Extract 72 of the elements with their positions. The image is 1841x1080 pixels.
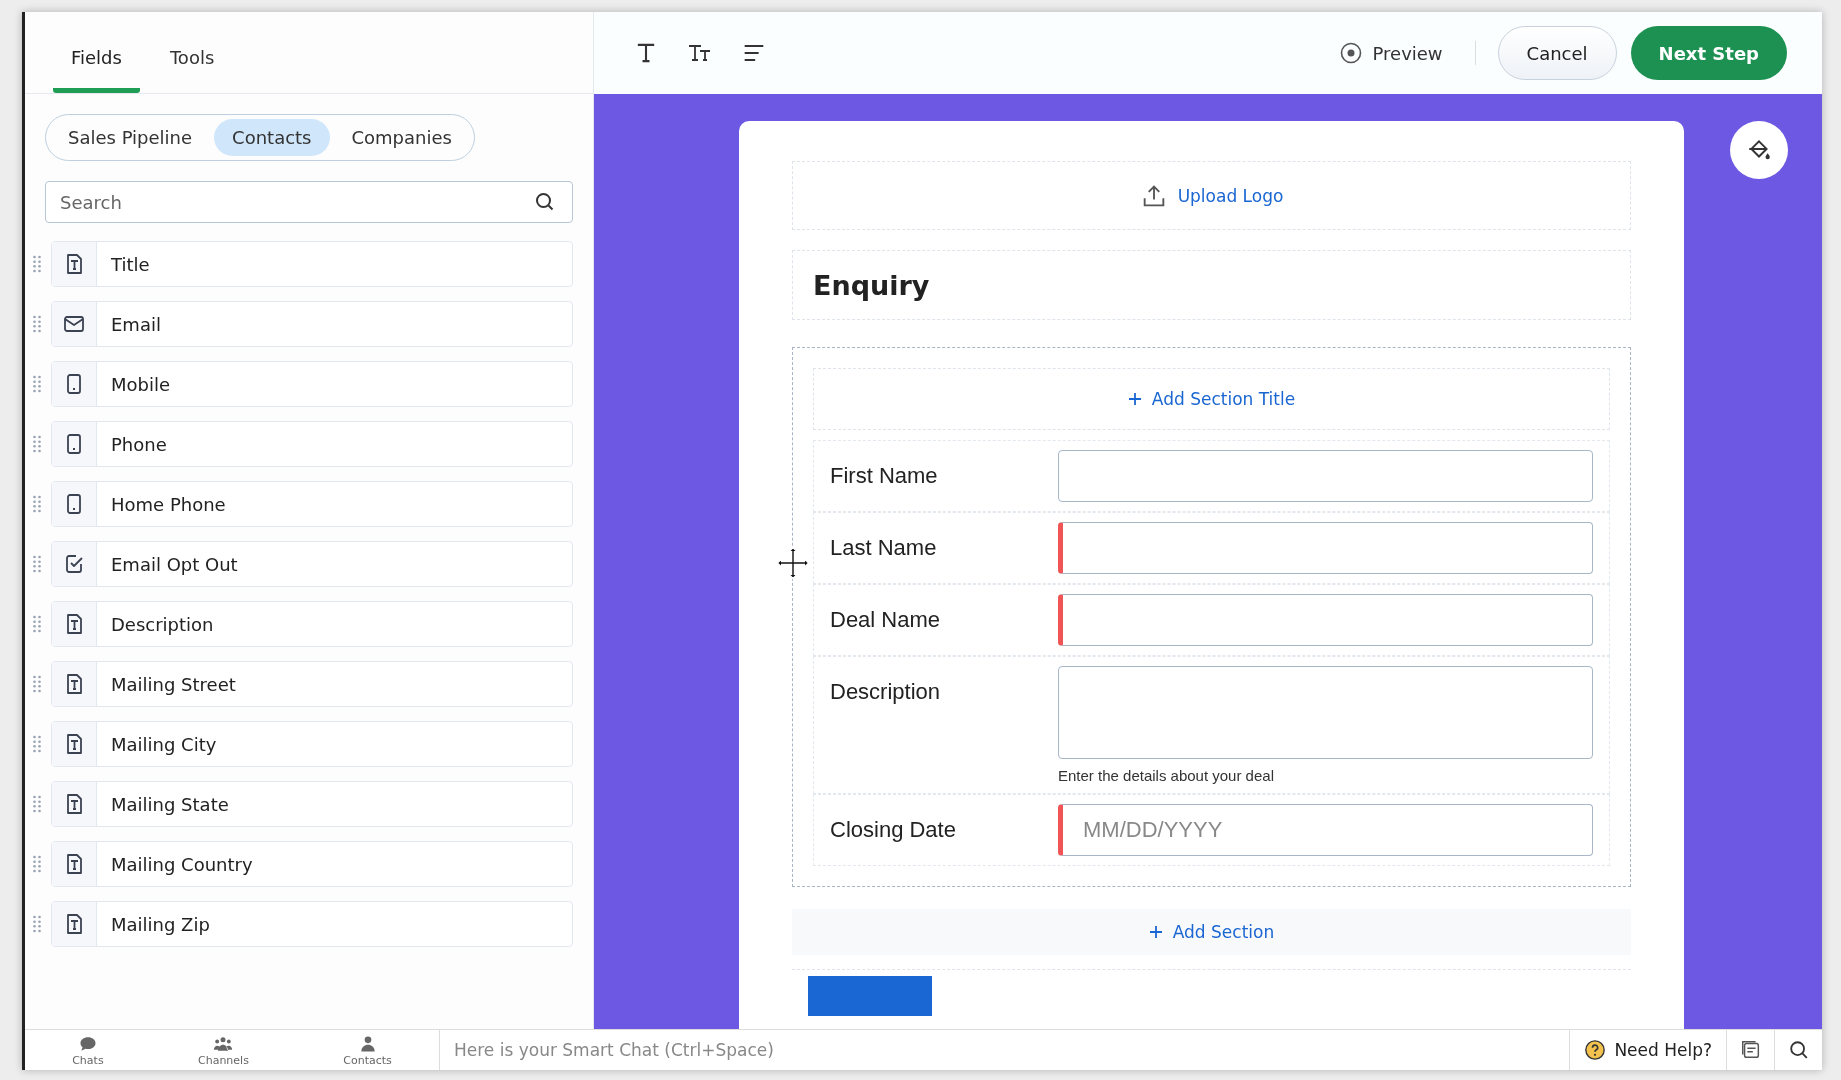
- drag-handle-icon[interactable]: [33, 855, 41, 873]
- drag-handle-icon[interactable]: [33, 675, 41, 693]
- panel-tab[interactable]: Fields: [53, 47, 140, 93]
- field-label: First Name: [830, 462, 939, 490]
- field-item[interactable]: Mobile: [51, 361, 573, 407]
- field-label: Mobile: [110, 373, 171, 395]
- field-item[interactable]: Mailing City: [51, 721, 573, 767]
- input-field[interactable]: [1058, 450, 1593, 502]
- field-label: Description: [110, 613, 214, 635]
- field-item[interactable]: Mailing Zip: [51, 901, 573, 947]
- bottom-app-button[interactable]: Channels: [190, 1030, 257, 1070]
- search-field[interactable]: Search: [45, 181, 573, 223]
- field-label: Mailing Zip: [110, 913, 210, 935]
- field-label: Deal Name: [830, 606, 942, 634]
- drag-handle-icon[interactable]: [33, 615, 41, 633]
- bottom-app-button[interactable]: Chats: [64, 1030, 112, 1070]
- date-field[interactable]: MM/DD/YYYY: [1058, 804, 1593, 856]
- drag-handle-icon[interactable]: [33, 435, 41, 453]
- field-item[interactable]: Phone: [51, 421, 573, 467]
- search-icon: [1787, 1039, 1810, 1061]
- field-label: Email Opt Out: [110, 553, 238, 575]
- drag-handle-icon[interactable]: [33, 375, 41, 393]
- field-label: Title: [110, 253, 150, 275]
- drag-handle-icon[interactable]: [33, 255, 41, 273]
- panel-tab[interactable]: Tools: [151, 47, 233, 93]
- field-item[interactable]: Title: [51, 241, 573, 287]
- drag-handle-icon[interactable]: [33, 315, 41, 333]
- input-field[interactable]: [1058, 594, 1593, 646]
- paint-bucket-button[interactable]: [1730, 121, 1788, 179]
- drag-handle-icon[interactable]: [33, 915, 41, 933]
- field-item[interactable]: Mailing Street: [51, 661, 573, 707]
- add-section-title-button[interactable]: Add Section Title: [813, 368, 1610, 430]
- field-label: Home Phone: [110, 493, 226, 515]
- notes-icon: [1739, 1039, 1762, 1061]
- text-area[interactable]: [1058, 666, 1593, 759]
- field-label: Mailing Street: [110, 673, 236, 695]
- upload-logo-button[interactable]: Upload Logo: [792, 161, 1631, 230]
- field-item[interactable]: Mailing Country: [51, 841, 573, 887]
- field-label: Mailing City: [110, 733, 217, 755]
- preview-button[interactable]: Preview: [1332, 40, 1449, 66]
- plus-icon: [1148, 925, 1163, 939]
- field-label: Mailing Country: [110, 853, 253, 875]
- move-cursor-icon: [776, 546, 810, 580]
- next-step-button[interactable]: Next Step: [1630, 26, 1787, 80]
- field-item[interactable]: Description: [51, 601, 573, 647]
- field-label: Mailing State: [110, 793, 229, 815]
- bottom-app-button[interactable]: Contacts: [335, 1030, 400, 1070]
- field-label: Phone: [110, 433, 167, 455]
- module-tab[interactable]: Contacts: [214, 119, 330, 156]
- module-tab[interactable]: Sales Pipeline: [50, 119, 211, 156]
- drag-handle-icon[interactable]: [33, 795, 41, 813]
- eye-icon: [1338, 41, 1363, 65]
- field-label: Last Name: [830, 534, 938, 562]
- drag-handle-icon[interactable]: [33, 555, 41, 573]
- cancel-button[interactable]: Cancel: [1497, 26, 1617, 80]
- form-title: Enquiry: [813, 269, 930, 301]
- help-text: Enter the details about your deal: [1058, 767, 1275, 784]
- plus-icon: [1127, 392, 1142, 406]
- drag-handle-icon[interactable]: [33, 735, 41, 753]
- field-item[interactable]: Mailing State: [51, 781, 573, 827]
- input-field[interactable]: [1058, 522, 1593, 574]
- field-label: Closing Date: [830, 816, 957, 844]
- add-section-button[interactable]: Add Section: [792, 909, 1631, 955]
- module-tab[interactable]: Companies: [333, 119, 470, 156]
- drag-handle-icon[interactable]: [33, 495, 41, 513]
- field-item[interactable]: Email: [51, 301, 573, 347]
- question-icon: [1584, 1039, 1607, 1061]
- field-label: Email: [110, 313, 161, 335]
- field-item[interactable]: Email Opt Out: [51, 541, 573, 587]
- field-label: Description: [830, 678, 942, 706]
- field-item[interactable]: Home Phone: [51, 481, 573, 527]
- need-help-button[interactable]: Need Help?: [1569, 1030, 1726, 1070]
